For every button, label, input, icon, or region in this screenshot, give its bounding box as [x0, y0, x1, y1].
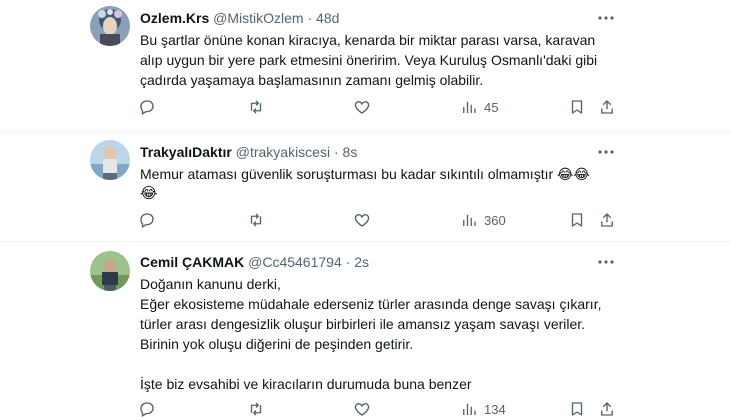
views-count: 45 — [484, 99, 499, 115]
bookmark-button[interactable] — [568, 97, 586, 117]
display-name[interactable]: TrakyalıDaktır — [140, 144, 232, 160]
retweet-icon — [250, 100, 262, 114]
tweet-text: Memur ataması güvenlik soruşturması bu k… — [140, 164, 610, 204]
retweet-button[interactable] — [247, 97, 265, 117]
bookmark-button[interactable] — [568, 399, 586, 419]
views-icon — [463, 101, 476, 113]
tweet[interactable]: TrakyalıDaktır @trakyakiscesi · 8s Memur… — [0, 132, 730, 242]
reply-icon — [140, 402, 154, 417]
display-name[interactable]: Ozlem.Krs — [140, 10, 209, 26]
heart-icon — [354, 101, 370, 114]
bookmark-icon — [571, 100, 583, 114]
tweet-actions: 360 — [130, 210, 613, 230]
tweet[interactable]: Cemil ÇAKMAK @Cc45461794 · 2s Doğanın ka… — [0, 242, 730, 420]
avatar[interactable] — [90, 6, 130, 46]
retweet-button[interactable] — [247, 210, 265, 230]
retweet-icon — [250, 402, 262, 416]
more-icon — [598, 150, 614, 154]
more-icon — [598, 16, 614, 20]
tweet[interactable]: Ozlem.Krs @MistikOzlem · 48d Bu şartlar … — [0, 0, 730, 132]
retweet-icon — [250, 213, 262, 227]
heart-icon — [354, 214, 370, 227]
tweet-text: Doğanın kanunu derki, Eğer ekosisteme mü… — [140, 274, 610, 394]
tweet-text-line: türler arası dengesizlik oluşur birbirle… — [140, 316, 586, 332]
reply-icon — [140, 100, 154, 115]
retweet-button[interactable] — [247, 399, 265, 419]
reply-button[interactable] — [138, 97, 156, 117]
like-button[interactable] — [353, 210, 371, 230]
like-button[interactable] — [353, 399, 371, 419]
tweet-text-line: Memur ataması güvenlik soruşturması bu k… — [140, 166, 590, 182]
tweet-header: Cemil ÇAKMAK @Cc45461794 · 2s — [140, 254, 369, 270]
views-icon — [463, 214, 476, 226]
share-icon — [601, 402, 613, 416]
tweet-text-line: alıp uygun bir yere park etmesini önerir… — [140, 52, 598, 68]
share-button[interactable] — [598, 399, 616, 419]
share-button[interactable] — [598, 97, 616, 117]
timestamp[interactable]: 2s — [354, 254, 369, 270]
reply-icon — [140, 213, 154, 228]
user-handle[interactable]: @trakyakiscesi — [236, 144, 330, 160]
display-name[interactable]: Cemil ÇAKMAK — [140, 254, 244, 270]
more-button[interactable] — [594, 254, 618, 270]
views-button[interactable]: 134 — [460, 399, 506, 419]
share-icon — [601, 100, 613, 114]
bookmark-icon — [571, 402, 583, 416]
timestamp[interactable]: 8s — [343, 144, 358, 160]
bookmark-icon — [571, 213, 583, 227]
separator-dot: · — [333, 144, 339, 160]
heart-icon — [354, 403, 370, 416]
tweet-text-line: İşte biz evsahibi ve kiracıların durumud… — [140, 376, 472, 392]
tweet-text-line: Doğanın kanunu derki, — [140, 276, 281, 292]
views-count: 134 — [484, 401, 506, 417]
more-icon — [598, 260, 614, 264]
avatar[interactable] — [90, 140, 130, 180]
tweet-header: Ozlem.Krs @MistikOzlem · 48d — [140, 10, 339, 26]
reply-button[interactable] — [138, 399, 156, 419]
views-icon — [463, 403, 476, 415]
bookmark-button[interactable] — [568, 210, 586, 230]
share-icon — [601, 213, 613, 227]
tweet-header: TrakyalıDaktır @trakyakiscesi · 8s — [140, 144, 357, 160]
tweet-text-line: 😂 — [140, 185, 158, 202]
tweet-text-line: Bu şartlar önüne konan kiracıya, kenarda… — [140, 32, 596, 48]
separator-dot: · — [307, 10, 313, 26]
views-button[interactable]: 45 — [460, 97, 498, 117]
user-handle[interactable]: @MistikOzlem — [213, 10, 303, 26]
user-handle[interactable]: @Cc45461794 — [248, 254, 342, 270]
share-button[interactable] — [598, 210, 616, 230]
tweet-actions: 134 — [130, 399, 613, 419]
reply-button[interactable] — [138, 210, 156, 230]
like-button[interactable] — [353, 97, 371, 117]
tweet-text-line: Eğer ekosisteme müdahale ederseniz türle… — [140, 296, 602, 312]
tweet-text-line: Birinin yok oluşu diğerini de peşinden g… — [140, 336, 414, 352]
tweet-text: Bu şartlar önüne konan kiracıya, kenarda… — [140, 30, 610, 90]
views-count: 360 — [484, 212, 506, 228]
more-button[interactable] — [594, 10, 618, 26]
separator-dot: · — [345, 254, 351, 270]
tweet-actions: 45 — [130, 97, 613, 117]
views-button[interactable]: 360 — [460, 210, 506, 230]
tweet-text-line: çadırda yaşamaya başlamasının zamanı gel… — [140, 72, 484, 88]
timestamp[interactable]: 48d — [316, 10, 339, 26]
avatar[interactable] — [90, 251, 130, 291]
more-button[interactable] — [594, 144, 618, 160]
tweet-text-line — [140, 354, 610, 374]
